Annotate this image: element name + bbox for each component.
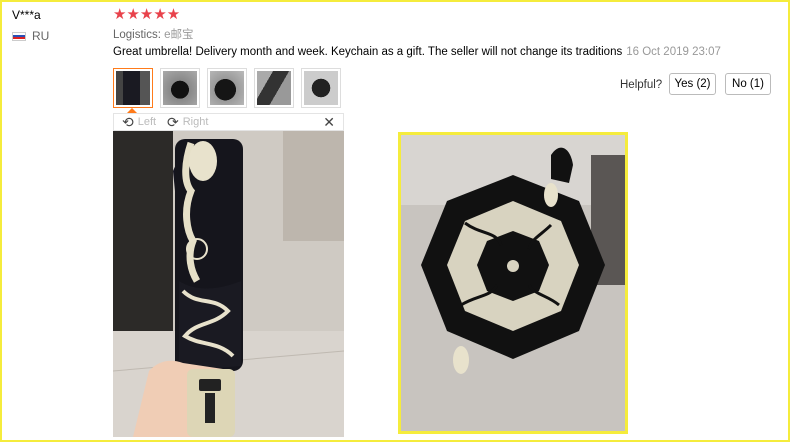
logistics-info: Logistics: e邮宝 [113, 26, 194, 42]
thumbnail-4[interactable] [254, 68, 294, 108]
close-icon[interactable]: ✕ [323, 114, 335, 131]
logistics-value: e邮宝 [164, 29, 194, 41]
logistics-label: Logistics: [113, 29, 161, 41]
rotate-left-button[interactable]: ⟲ Left [122, 115, 156, 129]
review-text-line: Great umbrella! Delivery month and week.… [113, 46, 721, 58]
thumbnail-3[interactable] [207, 68, 247, 108]
helpful-label: Helpful? [620, 79, 663, 91]
rotate-right-label: Right [182, 116, 209, 128]
thumbnail-2[interactable] [160, 68, 200, 108]
review-date: 16 Oct 2019 23:07 [626, 46, 721, 58]
russia-flag-icon [12, 31, 26, 41]
review-photo-large [113, 131, 344, 437]
thumbnail-5[interactable] [301, 68, 341, 108]
rotate-left-label: Left [137, 116, 157, 128]
thumbnail-1[interactable] [113, 68, 153, 108]
photo-thumbnails [113, 68, 341, 108]
helpful-no-button[interactable]: No (1) [725, 73, 771, 95]
reviewer-country: RU [12, 29, 49, 43]
review-photo-open-umbrella [398, 132, 628, 434]
rotate-left-icon: ⟲ [122, 114, 134, 130]
rotate-right-button[interactable]: ⟳ Right [167, 115, 208, 129]
folded-umbrella-photo [113, 131, 344, 437]
image-viewer-toolbar: ⟲ Left ⟳ Right ✕ [113, 113, 344, 131]
country-code: RU [32, 29, 50, 43]
open-umbrella-photo [401, 135, 625, 431]
review-text: Great umbrella! Delivery month and week.… [113, 46, 623, 58]
helpful-yes-button[interactable]: Yes (2) [669, 73, 716, 95]
reviewer-name: V***a [12, 8, 41, 22]
rotate-right-icon: ⟳ [167, 114, 179, 130]
review-card: V***a RU ★★★★★ Logistics: e邮宝 Great umbr… [0, 0, 790, 442]
rating-stars: ★★★★★ [113, 6, 181, 23]
